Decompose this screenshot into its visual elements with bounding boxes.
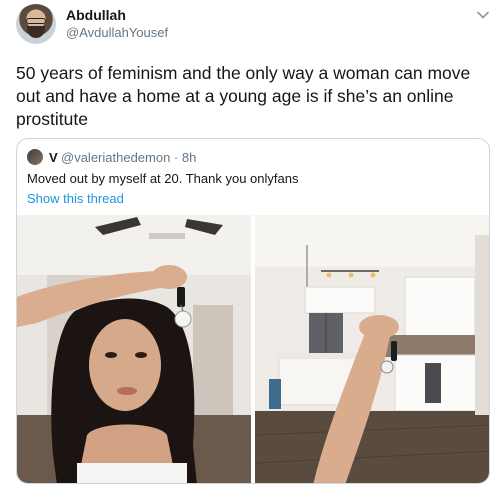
author-display-name[interactable]: Abdullah bbox=[66, 7, 126, 23]
avatar-glasses bbox=[26, 18, 46, 24]
author-handle[interactable]: @AvdullahYousef bbox=[66, 25, 168, 40]
chevron-down-icon[interactable] bbox=[476, 8, 490, 22]
photo-woman-holding-keys[interactable] bbox=[17, 215, 251, 483]
author-avatar[interactable] bbox=[16, 4, 56, 44]
photo-kitchen-keys[interactable] bbox=[255, 215, 489, 483]
avatar-beard bbox=[27, 26, 45, 38]
tweet-card: Abdullah @AvdullahYousef 50 years of fem… bbox=[0, 0, 500, 490]
tweet-text: 50 years of feminism and the only way a … bbox=[16, 63, 471, 129]
quoted-author-name: V bbox=[49, 150, 58, 165]
quoted-tweet-text: Moved out by myself at 20. Thank you onl… bbox=[27, 171, 299, 186]
quoted-author-handle-time: @valeriathedemon · 8h bbox=[61, 150, 197, 165]
show-thread-link[interactable]: Show this thread bbox=[27, 191, 124, 206]
quoted-author-avatar bbox=[27, 149, 43, 165]
quoted-tweet[interactable]: V @valeriathedemon · 8h Moved out by mys… bbox=[16, 138, 490, 484]
